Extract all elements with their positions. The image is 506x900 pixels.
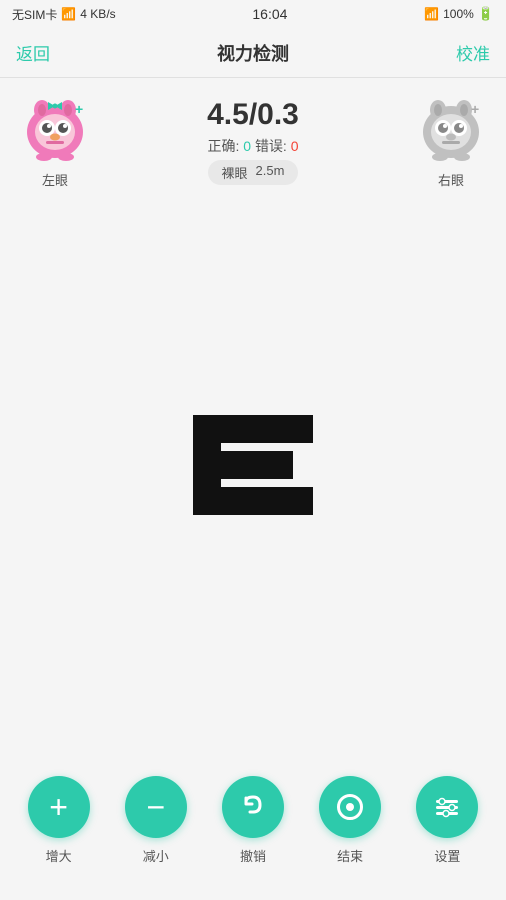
plus-icon xyxy=(49,789,68,826)
correct-label: 正确: xyxy=(207,138,239,154)
end-label: 结束 xyxy=(337,846,363,865)
bottom-toolbar: 增大 减小 撤销 结束 xyxy=(0,760,506,900)
battery-label: 100% xyxy=(443,7,474,21)
center-score-info: 4.5/0.3 正确: 0 错误: 0 裸眼 2.5m xyxy=(207,98,299,185)
end-button[interactable] xyxy=(319,776,381,838)
undo-label: 撤销 xyxy=(240,846,266,865)
e-top-bar xyxy=(193,415,313,443)
speed-label: 4 KB/s xyxy=(80,7,115,21)
end-icon xyxy=(337,794,363,820)
toolbar-buttons: 增大 减小 撤销 结束 xyxy=(0,776,506,865)
minus-icon xyxy=(146,789,165,826)
undo-button-item[interactable]: 撤销 xyxy=(222,776,284,865)
battery-icon: 🔋 xyxy=(478,6,494,22)
e-bot-bar xyxy=(193,487,313,515)
settings-button-item[interactable]: 设置 xyxy=(416,776,478,865)
right-eye-section: + 右眼 xyxy=(416,94,486,189)
score-value: 4.5/0.3 xyxy=(207,98,299,132)
decrease-label: 减小 xyxy=(143,846,169,865)
increase-button[interactable] xyxy=(28,776,90,838)
svg-text:+: + xyxy=(75,101,83,117)
increase-button-item[interactable]: 增大 xyxy=(28,776,90,865)
status-bar: 无SIM卡 📶 4 KB/s 16:04 📶 100% 🔋 xyxy=(0,0,506,28)
score-counts: 正确: 0 错误: 0 xyxy=(207,136,298,156)
decrease-button[interactable] xyxy=(125,776,187,838)
settings-button[interactable] xyxy=(416,776,478,838)
status-left: 无SIM卡 📶 4 KB/s xyxy=(12,6,116,23)
left-eye-avatar: + xyxy=(20,94,90,164)
decrease-button-item[interactable]: 减小 xyxy=(125,776,187,865)
wifi-icon: 📶 xyxy=(61,7,76,21)
undo-button[interactable] xyxy=(222,776,284,838)
settings-icon xyxy=(433,793,461,821)
nav-bar: 返回 视力检测 校准 xyxy=(0,28,506,78)
left-eye-section: + 左眼 xyxy=(20,94,90,189)
wrong-label: 错误: xyxy=(255,138,291,154)
carrier-label: 无SIM卡 xyxy=(12,6,57,23)
back-button[interactable]: 返回 xyxy=(16,40,50,65)
undo-icon xyxy=(238,792,268,822)
page-title: 视力检测 xyxy=(217,40,289,66)
wrong-value: 0 xyxy=(291,138,299,154)
correct-value: 0 xyxy=(243,138,251,154)
bluetooth-icon: 📶 xyxy=(424,7,439,21)
increase-label: 增大 xyxy=(46,846,72,865)
right-eye-avatar: + xyxy=(416,94,486,164)
settings-label: 设置 xyxy=(434,846,460,865)
optotype-container xyxy=(0,180,506,750)
e-mid-bar xyxy=(193,451,293,479)
status-right: 📶 100% 🔋 xyxy=(424,6,494,22)
time-label: 16:04 xyxy=(252,6,287,22)
calibrate-button[interactable]: 校准 xyxy=(456,40,490,65)
optotype-display xyxy=(0,180,506,750)
e-optotype xyxy=(193,415,313,515)
svg-text:+: + xyxy=(471,101,479,117)
end-button-item[interactable]: 结束 xyxy=(319,776,381,865)
